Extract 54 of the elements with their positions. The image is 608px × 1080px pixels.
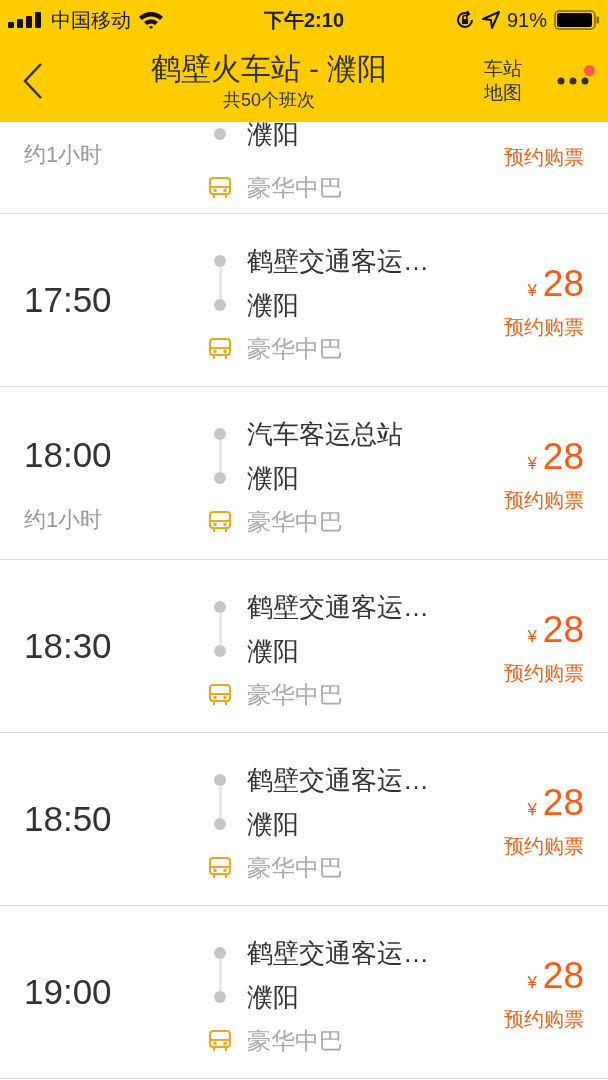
bus-icon (208, 510, 232, 534)
price: ¥ 28 (527, 781, 584, 825)
bus-type: 豪华中巴 (247, 1026, 344, 1056)
price: ¥ 28 (527, 262, 584, 306)
origin-station: 汽车客运总站 (247, 418, 404, 451)
back-button[interactable] (22, 62, 44, 100)
station-map-button[interactable]: 车站地图 (483, 57, 523, 105)
bus-type: 豪华中巴 (247, 173, 344, 203)
clock: 下午2:10 (264, 7, 344, 33)
book-ticket-link[interactable]: 预约购票 (504, 1005, 584, 1033)
trip-duration: 约1小时 (24, 143, 104, 167)
origin-station: 鹤壁交通客运… (247, 937, 430, 970)
book-ticket-link[interactable]: 预约购票 (504, 659, 584, 687)
rotation-lock-icon (454, 10, 475, 30)
book-ticket-link[interactable]: 预约购票 (504, 486, 584, 514)
bus-type: 豪华中巴 (247, 507, 344, 537)
stop-dot (214, 128, 226, 140)
wifi-icon (138, 11, 164, 29)
bus-icon (208, 683, 232, 707)
bus-type: 豪华中巴 (247, 853, 344, 883)
trip-count: 共50个班次 (223, 89, 315, 112)
book-ticket-link[interactable]: 预约购票 (504, 313, 584, 341)
origin-station: 鹤壁交通客运… (247, 764, 430, 797)
destination: 濮阳 (247, 122, 300, 146)
location-arrow-icon (481, 11, 500, 29)
bus-type: 豪华中巴 (247, 334, 344, 364)
book-ticket-link[interactable]: 预约购票 (504, 143, 584, 171)
bus-icon (208, 856, 232, 880)
bus-icon (208, 176, 232, 200)
book-ticket-link[interactable]: 预约购票 (504, 832, 584, 860)
bus-icon (208, 337, 232, 361)
battery-percent: 91% (506, 8, 547, 32)
departure-time: 18:50 (24, 798, 113, 840)
signal-icon (8, 12, 44, 28)
destination: 濮阳 (247, 981, 300, 1014)
battery-icon (554, 10, 600, 30)
destination: 濮阳 (247, 808, 300, 841)
origin-station: 鹤壁交通客运… (247, 591, 430, 624)
page-title: 鹤壁火车站 - 濮阳 (150, 51, 388, 87)
price: ¥ 28 (527, 954, 584, 998)
carrier-name: 中国移动 (51, 7, 131, 33)
departure-time: 19:00 (24, 971, 113, 1013)
departure-time: 18:00 (24, 434, 113, 476)
price: ¥ 28 (527, 435, 584, 479)
departure-time: 17:50 (24, 279, 113, 321)
destination: 濮阳 (247, 462, 300, 495)
destination: 濮阳 (247, 289, 300, 322)
origin-station: 鹤壁交通客运… (247, 245, 430, 278)
departure-time: 18:30 (24, 625, 113, 667)
bus-type: 豪华中巴 (247, 680, 344, 710)
destination: 濮阳 (247, 635, 300, 668)
trip-duration: 约1小时 (24, 506, 104, 534)
bus-icon (208, 1029, 232, 1053)
price: ¥ 28 (527, 608, 584, 652)
